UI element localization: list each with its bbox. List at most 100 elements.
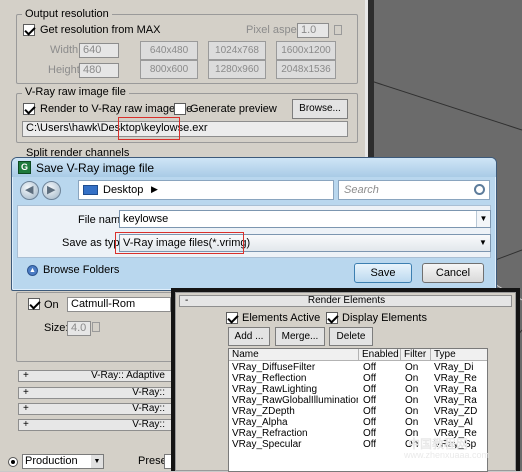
chevron-right-icon[interactable]: ▶ <box>151 184 158 195</box>
table-row[interactable]: VRay_RawLighting Off On VRay_Ra <box>229 384 487 395</box>
render-raw-label: Render to V-Ray raw image file <box>40 103 193 115</box>
column-header-filter[interactable]: Filter <box>401 349 431 361</box>
browse-button[interactable]: Browse... <box>292 99 348 119</box>
cell-type: VRay_Ra <box>434 395 477 406</box>
cell-enabled: Off <box>363 373 377 384</box>
production-select[interactable]: Production ▼ <box>22 454 104 469</box>
rollout-vray-4[interactable]: + V-Ray:: <box>18 419 178 431</box>
cell-name: VRay_ZDepth <box>232 406 295 417</box>
cell-enabled: Off <box>363 439 377 450</box>
cell-name: VRay_RawLighting <box>232 384 318 395</box>
save-button[interactable]: Save <box>354 263 412 283</box>
raw-path-field[interactable]: C:\Users\hawk\Desktop\keylowse.exr <box>22 121 348 137</box>
column-header-enabled[interactable]: Enabled <box>359 349 401 361</box>
add-button[interactable]: Add ... <box>228 327 270 346</box>
production-radio[interactable] <box>8 457 18 467</box>
address-bar[interactable]: Desktop ▶ ⟳ <box>78 180 393 200</box>
table-row[interactable]: VRay_Reflection Off On VRay_Re <box>229 373 487 384</box>
expand-icon: + <box>23 403 29 414</box>
chevron-down-icon: ▼ <box>479 238 487 247</box>
cell-enabled: Off <box>363 417 377 428</box>
generate-preview-label: Generate preview <box>190 103 277 115</box>
back-button[interactable]: ◀ <box>20 181 39 200</box>
browse-folders-link[interactable]: Browse Folders <box>43 264 119 276</box>
preset-640x480-button[interactable]: 640x480 <box>140 41 198 60</box>
back-arrow-icon: ◀ <box>25 184 34 196</box>
cell-enabled: Off <box>363 362 377 373</box>
pixel-aspect-spinner[interactable] <box>334 25 342 35</box>
preset-1024x768-button[interactable]: 1024x768 <box>208 41 266 60</box>
width-field[interactable]: 640 <box>79 43 119 58</box>
rollout-vray-2[interactable]: + V-Ray:: <box>18 387 178 399</box>
filter-size-field[interactable]: 4.0 <box>67 321 91 336</box>
cell-type: VRay_Di <box>434 362 474 373</box>
preset-800x600-button[interactable]: 800x600 <box>140 60 198 79</box>
cell-filter: On <box>405 362 419 373</box>
cell-name: VRay_Reflection <box>232 373 307 384</box>
save-type-highlight-box <box>115 232 244 254</box>
render-elements-header[interactable]: - Render Elements <box>179 295 512 307</box>
rollout-vray-3[interactable]: + V-Ray:: <box>18 403 178 415</box>
expand-icon[interactable]: ▲ <box>27 265 38 276</box>
cell-filter: On <box>405 373 419 384</box>
column-header-name[interactable]: Name <box>229 349 359 361</box>
display-elements-checkbox[interactable] <box>326 312 338 324</box>
table-row[interactable]: VRay_ZDepth Off On VRay_ZD <box>229 406 487 417</box>
cell-name: VRay_Specular <box>232 439 302 450</box>
preset-1600x1200-button[interactable]: 1600x1200 <box>276 41 336 60</box>
search-box[interactable]: Search <box>338 180 490 200</box>
filter-select[interactable]: Catmull-Rom <box>67 297 171 312</box>
column-header-type[interactable]: Type <box>431 349 487 361</box>
cell-enabled: Off <box>363 406 377 417</box>
production-value: Production <box>25 455 78 467</box>
generate-preview-checkbox[interactable] <box>174 103 186 115</box>
cell-enabled: Off <box>363 428 377 439</box>
app-icon: G <box>18 161 31 174</box>
cell-enabled: Off <box>363 395 377 406</box>
filter-on-checkbox[interactable] <box>28 298 40 310</box>
render-raw-checkbox[interactable] <box>23 103 35 115</box>
cell-name: VRay_RawGlobalIllumination <box>232 395 358 406</box>
cell-type: VRay_ZD <box>434 406 478 417</box>
height-field[interactable]: 480 <box>79 63 119 78</box>
cell-filter: On <box>405 384 419 395</box>
cell-filter: On <box>405 406 419 417</box>
display-elements-label: Display Elements <box>342 312 427 324</box>
expand-icon: + <box>23 387 29 398</box>
cell-filter: On <box>405 417 419 428</box>
merge-button[interactable]: Merge... <box>275 327 325 346</box>
cell-enabled: Off <box>363 384 377 395</box>
rollout-label: V-Ray:: <box>132 419 165 430</box>
preset-2048x1536-button[interactable]: 2048x1536 <box>276 60 336 79</box>
file-name-input[interactable]: keylowse ▼ <box>119 210 491 228</box>
forward-button[interactable]: ▶ <box>42 181 61 200</box>
filter-size-spinner[interactable] <box>92 322 100 332</box>
table-row[interactable]: VRay_RawGlobalIllumination Off On VRay_Ra <box>229 395 487 406</box>
get-resolution-checkbox[interactable] <box>23 24 35 36</box>
address-location: Desktop <box>103 184 144 196</box>
elements-active-label: Elements Active <box>242 312 321 324</box>
file-name-value: keylowse <box>123 213 169 225</box>
preset-1280x960-button[interactable]: 1280x960 <box>208 60 266 79</box>
rollout-label: V-Ray:: Adaptive <box>91 370 165 381</box>
elements-active-checkbox[interactable] <box>226 312 238 324</box>
rollout-vray-adaptive[interactable]: + V-Ray:: Adaptive <box>18 370 178 382</box>
cell-name: VRay_DiffuseFilter <box>232 362 316 373</box>
chevron-down-icon[interactable]: ▼ <box>476 211 490 227</box>
pixel-aspect-field[interactable]: 1.0 <box>297 23 329 38</box>
cancel-button[interactable]: Cancel <box>422 263 484 283</box>
render-elements-title: Render Elements <box>307 295 386 306</box>
width-label: Width <box>50 44 79 56</box>
cell-type: VRay_Ra <box>434 384 477 395</box>
dialog-body: File name: keylowse ▼ Save as type: V-Ra… <box>17 205 491 258</box>
rollout-label: V-Ray:: <box>132 403 165 414</box>
cell-type: VRay_Re <box>434 373 477 384</box>
delete-button[interactable]: Delete <box>329 327 373 346</box>
raw-image-title: V-Ray raw image file <box>22 86 129 98</box>
table-row[interactable]: VRay_Alpha Off On VRay_Al <box>229 417 487 428</box>
get-resolution-label: Get resolution from MAX <box>40 24 161 36</box>
height-label: Height <box>48 64 80 76</box>
save-dialog: G Save V-Ray image file ◀ ▶ Desktop ▶ ⟳ … <box>11 157 497 291</box>
table-row[interactable]: VRay_DiffuseFilter Off On VRay_Di <box>229 362 487 373</box>
search-icon <box>474 184 485 195</box>
